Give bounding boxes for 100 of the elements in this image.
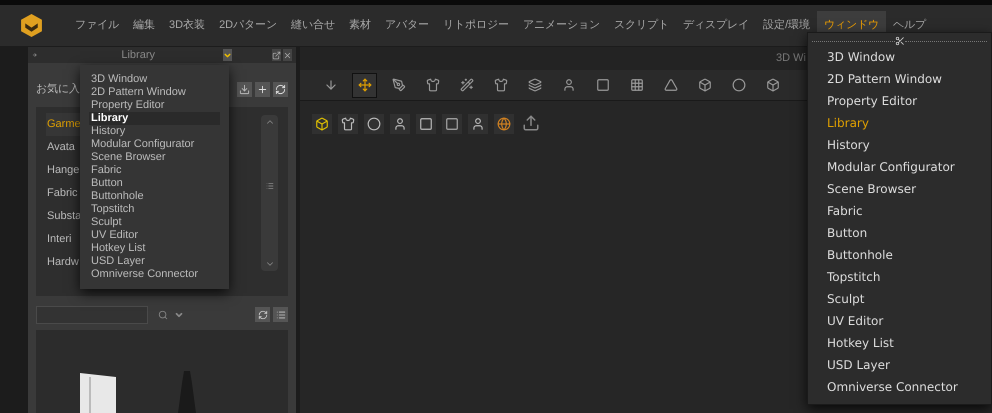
menu-item[interactable]: 2Dパターン	[212, 10, 284, 40]
menu-option[interactable]: Topstitch	[89, 203, 220, 216]
menu-option[interactable]: Property Editor	[808, 90, 991, 112]
viewport-title: 3D Wi	[776, 51, 806, 66]
arrow-icon[interactable]	[32, 50, 38, 60]
menu-option[interactable]: 2D Pattern Window	[89, 86, 220, 99]
menu-option[interactable]: USD Layer	[89, 255, 220, 268]
menu-option[interactable]: Hotkey List	[808, 332, 991, 354]
menu-option[interactable]: Buttonhole	[89, 190, 220, 203]
list-view-button[interactable]	[273, 307, 288, 322]
menu-item[interactable]: 縫い合せ	[284, 10, 342, 40]
category-item[interactable]: Hange	[46, 158, 80, 182]
download-button[interactable]	[237, 82, 252, 97]
globe-view-button[interactable]	[494, 114, 514, 134]
scroll-thumb-icon[interactable]	[266, 182, 274, 190]
pen-icon	[392, 78, 406, 92]
menu-option[interactable]: Sculpt	[808, 288, 991, 310]
menu-option[interactable]: Library	[89, 112, 220, 125]
menu-item[interactable]: ディスプレイ	[676, 10, 756, 40]
favorites-label: お気に入	[36, 82, 80, 97]
user-view-button[interactable]	[390, 114, 410, 134]
move-icon	[358, 78, 372, 92]
close-icon	[283, 50, 292, 60]
search-field[interactable]	[36, 306, 148, 324]
menu-option[interactable]: 3D Window	[808, 46, 991, 68]
circle-icon	[367, 117, 381, 131]
search-icon[interactable]	[158, 310, 168, 320]
user-icon	[562, 78, 576, 92]
cube-view-button[interactable]	[312, 114, 332, 134]
shirt-view-button[interactable]	[338, 114, 358, 134]
menu-option[interactable]: Scene Browser	[808, 178, 991, 200]
menu-option[interactable]: Omniverse Connector	[808, 376, 991, 398]
logo-icon	[19, 13, 44, 38]
triangle-icon	[664, 78, 678, 92]
add-button[interactable]	[255, 82, 270, 97]
dropdown-button[interactable]	[223, 49, 232, 61]
folder-icon	[78, 371, 118, 413]
box-icon	[766, 78, 780, 92]
menu-option[interactable]: UV Editor	[808, 310, 991, 332]
category-item[interactable]: Avata	[46, 136, 76, 158]
category-item[interactable]: Garme	[46, 112, 82, 136]
scrollbar[interactable]	[261, 114, 278, 270]
user-icon	[393, 117, 407, 131]
undock-button[interactable]	[272, 49, 281, 61]
menu-option[interactable]: Scene Browser	[89, 151, 220, 164]
external-link-icon	[272, 50, 281, 60]
user-icon	[471, 117, 485, 131]
menu-option[interactable]: Topstitch	[808, 266, 991, 288]
refresh-icon	[275, 84, 286, 95]
menu-item[interactable]: スクリプト	[607, 10, 676, 40]
menu-option[interactable]: Sculpt	[89, 216, 220, 229]
menu-option[interactable]: Fabric	[89, 164, 220, 177]
menu-option[interactable]: Hotkey List	[89, 242, 220, 255]
category-item[interactable]: Interi	[46, 228, 72, 250]
square-view-button[interactable]	[442, 114, 462, 134]
category-item[interactable]: Substa	[46, 204, 82, 228]
upload-icon[interactable]	[522, 114, 540, 132]
circle-icon	[732, 78, 746, 92]
menu-option[interactable]: USD Layer	[808, 354, 991, 376]
category-item[interactable]: Hardw	[46, 250, 80, 274]
menu-option[interactable]: Modular Configurator	[808, 156, 991, 178]
grid-icon	[630, 78, 644, 92]
square-view-button[interactable]	[416, 114, 436, 134]
shirt-icon	[494, 78, 508, 92]
move-tool-button[interactable]	[352, 72, 377, 98]
menu-option[interactable]: Modular Configurator	[89, 138, 220, 151]
caret-icon	[223, 50, 232, 60]
cube-icon	[315, 117, 329, 131]
menu-option[interactable]: Fabric	[808, 200, 991, 222]
menu-option[interactable]: 2D Pattern Window	[808, 68, 991, 90]
menu-option[interactable]: Button	[808, 222, 991, 244]
menu-option[interactable]: 3D Window	[89, 73, 220, 86]
menu-item[interactable]: リトポロジー	[436, 10, 516, 40]
menu-option[interactable]: History	[89, 125, 220, 138]
menu-item[interactable]: ファイル	[68, 10, 126, 40]
menu-item[interactable]: 設定/環境	[756, 10, 818, 40]
menu-item[interactable]: ヘルプ	[886, 10, 934, 40]
arrow-down-icon	[324, 78, 338, 92]
square-icon	[419, 117, 433, 131]
refresh-button[interactable]	[273, 82, 288, 97]
square-icon	[596, 78, 610, 92]
menu-option[interactable]: Button	[89, 177, 220, 190]
menu-item[interactable]: アバター	[378, 10, 436, 40]
shirt-icon	[341, 117, 355, 131]
user-view-button[interactable]	[468, 114, 488, 134]
menu-option[interactable]: UV Editor	[89, 229, 220, 242]
menu-option[interactable]: Property Editor	[89, 99, 220, 112]
refresh-button[interactable]	[255, 307, 270, 322]
menu-option[interactable]: Omniverse Connector	[89, 268, 220, 281]
tear-off-icon[interactable]	[894, 36, 904, 46]
menu-item[interactable]: 3D衣装	[162, 10, 212, 40]
menu-option[interactable]: Library	[808, 112, 991, 134]
menu-item[interactable]: 素材	[342, 10, 378, 40]
menu-item[interactable]: アニメーション	[516, 10, 608, 40]
menu-option[interactable]: History	[808, 134, 991, 156]
menu-option[interactable]: Buttonhole	[808, 244, 991, 266]
circle-view-button[interactable]	[364, 114, 384, 134]
close-button[interactable]	[283, 49, 292, 61]
category-item[interactable]: Fabric	[46, 182, 79, 204]
menu-item[interactable]: 編集	[126, 10, 162, 40]
